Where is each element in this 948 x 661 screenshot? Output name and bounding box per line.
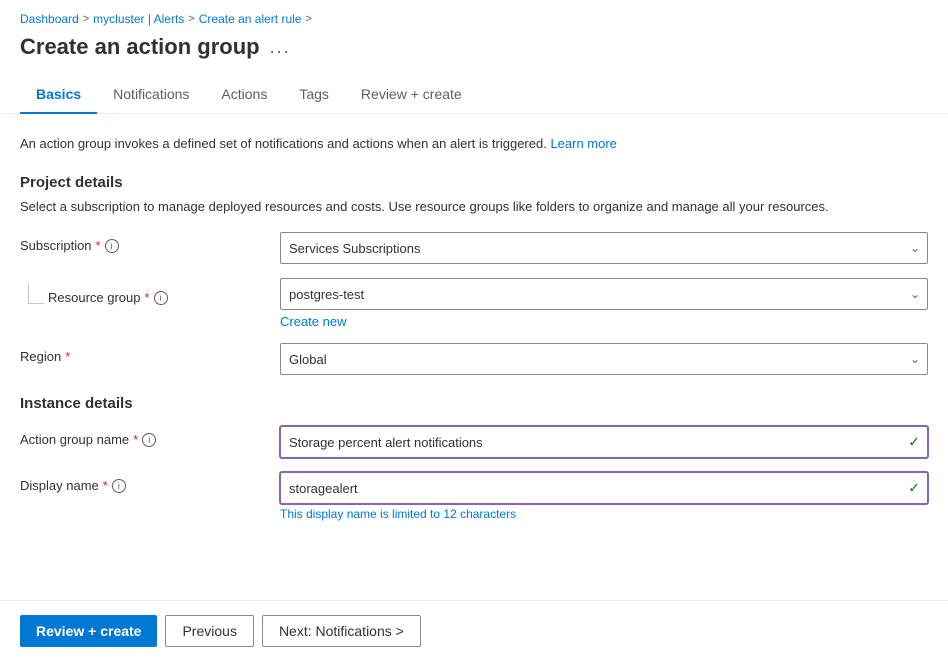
resource-group-indent: Resource group * i	[20, 278, 280, 305]
tab-review-create[interactable]: Review + create	[345, 76, 478, 114]
resource-group-label: Resource group * i	[48, 284, 308, 305]
display-name-control: ✓ This display name is limited to 12 cha…	[280, 472, 928, 521]
resource-group-select[interactable]: postgres-test	[280, 278, 928, 310]
region-select-wrapper: Global ⌄	[280, 343, 928, 375]
display-name-input[interactable]	[280, 472, 928, 504]
resource-group-control: postgres-test ⌄ Create new	[280, 278, 928, 329]
breadcrumb-cluster-alerts[interactable]: mycluster | Alerts	[93, 12, 184, 26]
breadcrumb-sep-3: >	[305, 13, 311, 25]
display-name-hint: This display name is limited to 12 chara…	[280, 507, 928, 521]
action-group-name-control: ✓	[280, 426, 928, 458]
subscription-row: Subscription * i Services Subscriptions …	[20, 232, 928, 264]
display-name-required: *	[103, 478, 108, 493]
tab-notifications[interactable]: Notifications	[97, 76, 205, 114]
subscription-required: *	[96, 238, 101, 253]
region-select[interactable]: Global	[280, 343, 928, 375]
instance-details-title: Instance details	[20, 395, 928, 412]
project-details-desc: Select a subscription to manage deployed…	[20, 197, 928, 217]
previous-button[interactable]: Previous	[165, 615, 253, 647]
region-row: Region * Global ⌄	[20, 343, 928, 375]
action-group-name-wrapper: ✓	[280, 426, 928, 458]
breadcrumb-sep-2: >	[188, 13, 194, 25]
action-group-name-input[interactable]	[280, 426, 928, 458]
tab-basics[interactable]: Basics	[20, 76, 97, 114]
instance-details-section: Instance details Action group name * i ✓…	[20, 395, 928, 521]
action-group-name-row: Action group name * i ✓	[20, 426, 928, 458]
footer: Review + create Previous Next: Notificat…	[0, 600, 948, 661]
subscription-select[interactable]: Services Subscriptions	[280, 232, 928, 264]
action-group-name-label: Action group name * i	[20, 426, 280, 447]
main-content: An action group invokes a defined set of…	[0, 114, 948, 521]
page-title: Create an action group	[20, 34, 260, 60]
region-required: *	[65, 349, 70, 364]
project-details-title: Project details	[20, 174, 928, 191]
resource-group-row: Resource group * i postgres-test ⌄ Creat…	[20, 278, 928, 329]
breadcrumb-create-alert-rule[interactable]: Create an alert rule	[199, 12, 302, 26]
description-text: An action group invokes a defined set of…	[20, 134, 928, 154]
resource-group-required: *	[145, 290, 150, 305]
action-group-name-info-icon[interactable]: i	[142, 433, 156, 447]
subscription-control: Services Subscriptions ⌄	[280, 232, 928, 264]
breadcrumb-dashboard[interactable]: Dashboard	[20, 12, 79, 26]
page-header: Create an action group ...	[0, 34, 948, 76]
display-name-check-icon: ✓	[908, 480, 920, 497]
action-group-name-required: *	[133, 432, 138, 447]
tab-actions[interactable]: Actions	[205, 76, 283, 114]
display-name-info-icon[interactable]: i	[112, 479, 126, 493]
subscription-label: Subscription * i	[20, 232, 280, 253]
breadcrumb-sep-1: >	[83, 13, 89, 25]
more-options-icon[interactable]: ...	[270, 37, 291, 58]
tab-tags[interactable]: Tags	[283, 76, 345, 114]
region-control: Global ⌄	[280, 343, 928, 375]
resource-group-info-icon[interactable]: i	[154, 291, 168, 305]
display-name-wrapper: ✓	[280, 472, 928, 504]
create-new-link[interactable]: Create new	[280, 314, 346, 329]
project-details-section: Project details Select a subscription to…	[20, 174, 928, 376]
review-create-button[interactable]: Review + create	[20, 615, 157, 647]
indent-line	[28, 284, 44, 304]
resource-group-select-wrapper: postgres-test ⌄	[280, 278, 928, 310]
display-name-row: Display name * i ✓ This display name is …	[20, 472, 928, 521]
action-group-name-check-icon: ✓	[908, 434, 920, 451]
region-label: Region *	[20, 343, 280, 364]
display-name-label: Display name * i	[20, 472, 280, 493]
subscription-info-icon[interactable]: i	[105, 239, 119, 253]
next-button[interactable]: Next: Notifications >	[262, 615, 421, 647]
learn-more-link[interactable]: Learn more	[550, 136, 616, 151]
tabs-container: Basics Notifications Actions Tags Review…	[0, 76, 948, 114]
subscription-select-wrapper: Services Subscriptions ⌄	[280, 232, 928, 264]
breadcrumb: Dashboard > mycluster | Alerts > Create …	[0, 0, 948, 34]
